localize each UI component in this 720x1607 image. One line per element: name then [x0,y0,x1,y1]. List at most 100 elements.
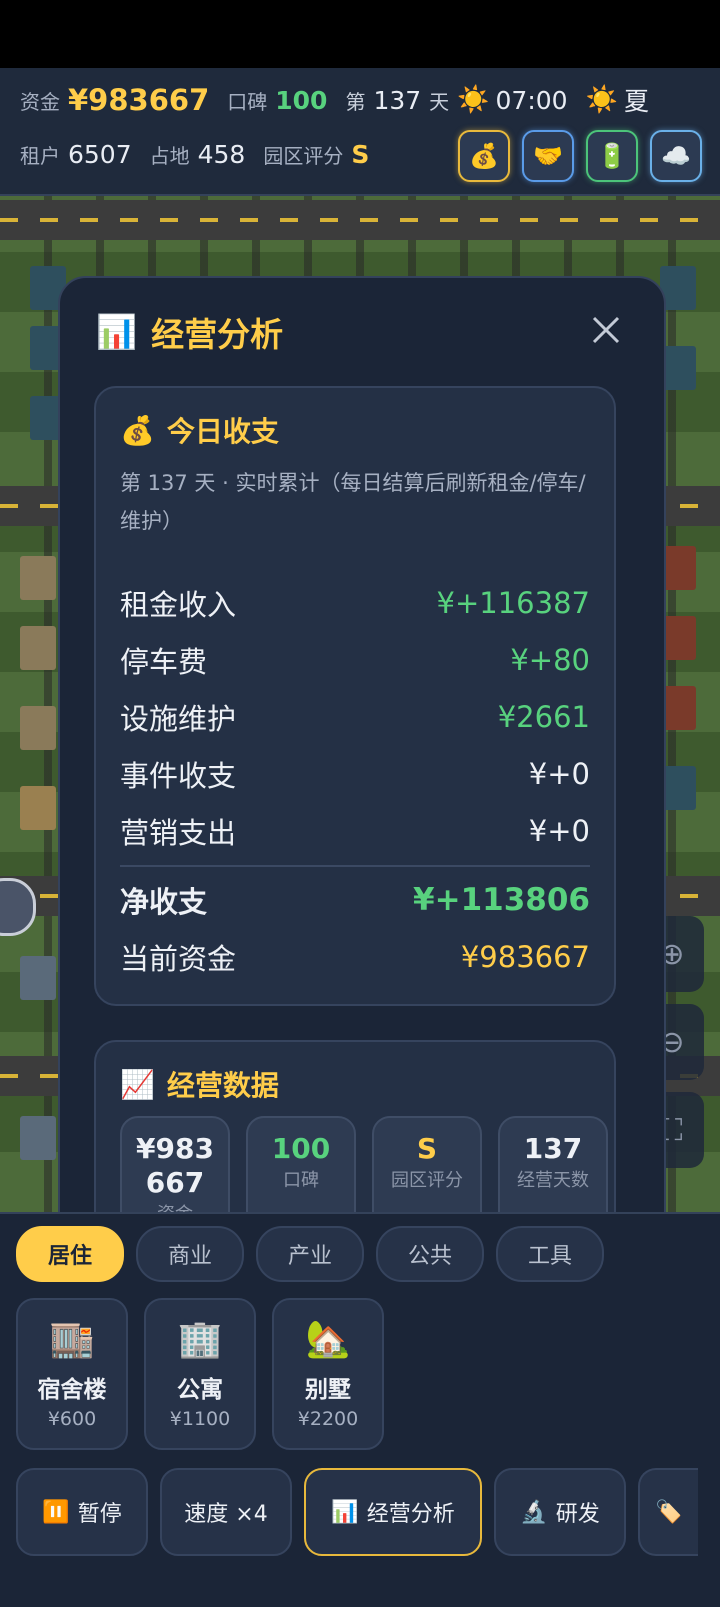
analysis-label: 经营分析 [366,1502,455,1527]
row-value: ¥+116387 [436,585,590,620]
build-name: 公寓 [177,1377,223,1403]
today-title-text: 今日收支 [166,415,279,448]
tenants-value: 6507 [68,140,132,169]
build-apartment[interactable]: 🏢 公寓 ¥1100 [144,1298,256,1450]
analysis-button[interactable]: 📊 经营分析 [304,1468,482,1556]
trend-chart-icon: 📈 [120,1067,155,1101]
tab-public[interactable]: 公共 [376,1226,484,1282]
close-icon[interactable] [588,312,624,348]
current-funds-row: 当前资金 ¥983667 [120,928,590,985]
hud-bar: 资金 ¥983667 口碑 100 第 137 天 ☀️ 07:00 ☀️ 夏 … [0,68,720,196]
today-title: 💰 今日收支 [120,410,279,450]
pause-button[interactable]: ⏸️ 暂停 [16,1468,148,1556]
microscope-icon: 🔬 [520,1499,548,1525]
stat-rating: S 园区评分 [372,1116,482,1218]
today-subtitle: 第 137 天 · 实时累计（每日结算后刷新租金/停车/维护） [120,471,586,533]
build-dorm[interactable]: 🏬 宿舍楼 ¥600 [16,1298,128,1450]
current-funds-value: ¥983667 [460,939,590,974]
action-bar: ⏸️ 暂停 速度 ×4 📊 经营分析 🔬 研发 🏷️ [16,1468,698,1556]
build-price: ¥1100 [169,1408,231,1430]
villa-icon: 🏡 [305,1319,351,1360]
reputation-label: 口碑 [227,89,268,114]
rating-label: 园区评分 [263,144,344,168]
stat-value: 137 [523,1132,583,1165]
map-road [0,200,720,240]
divider [120,865,590,867]
hud-buttons: 💰 🤝 🔋 ☁️ [458,130,702,182]
income-rows: 租金收入 ¥+116387 停车费 ¥+80 设施维护 ¥2661 事件收支 ¥… [120,574,590,985]
hud-row-bottom: 租户 6507 占地 458 园区评分 S [20,140,387,169]
row-label: 事件收支 [120,758,237,793]
bar-chart-icon: 📊 [96,312,138,351]
battery-icon: 🔋 [597,142,627,170]
row-value: ¥2661 [497,699,590,734]
time-value: 07:00 [495,85,568,115]
sun-icon: ☀️ [457,85,490,115]
land-value: 458 [197,140,246,169]
dorm-icon: 🏬 [49,1319,95,1360]
map-building [20,956,56,1000]
net-value: ¥+113806 [413,881,590,918]
map-building [20,1116,56,1160]
income-row: 租金收入 ¥+116387 [120,574,590,631]
build-price: ¥2200 [297,1408,359,1430]
tenants-label: 租户 [20,144,60,168]
stat-value: S [416,1132,438,1165]
map-building [20,556,56,600]
map-building [20,706,56,750]
income-row: 事件收支 ¥+0 [120,745,590,802]
data-title: 📈 经营数据 [120,1064,279,1104]
tab-tools[interactable]: 工具 [496,1226,604,1282]
finance-button[interactable]: 💰 [458,130,510,182]
reputation-value: 100 [275,85,328,115]
tag-button[interactable]: 🏷️ [638,1468,698,1556]
tab-industry[interactable]: 产业 [256,1226,364,1282]
deal-button[interactable]: 🤝 [522,130,574,182]
row-label: 设施维护 [120,701,237,736]
data-title-text: 经营数据 [166,1069,279,1102]
rating-value: S [351,140,370,169]
tab-commercial[interactable]: 商业 [136,1226,244,1282]
speed-label: 速度 ×4 [184,1502,268,1527]
today-income-card: 💰 今日收支 第 137 天 · 实时累计（每日结算后刷新租金/停车/维护） 租… [94,386,616,1006]
day-prefix: 第 [345,89,366,114]
building-list: 🏬 宿舍楼 ¥600 🏢 公寓 ¥1100 🏡 别墅 ¥2200 [16,1298,384,1450]
row-value: ¥+0 [528,813,590,848]
day-value: 137 [373,85,422,115]
pause-label: 暂停 [77,1502,122,1527]
day-suffix: 天 [429,89,450,114]
pause-icon: ⏸️ [42,1499,70,1525]
panel-title: 📊 经营分析 [96,308,283,356]
income-row: 设施维护 ¥2661 [120,688,590,745]
row-value: ¥+80 [510,642,590,677]
money-bag-icon: 💰 [469,142,499,170]
build-name: 宿舍楼 [37,1377,107,1403]
row-label: 停车费 [120,644,208,679]
apartment-icon: 🏢 [177,1319,223,1360]
stat-label: 园区评分 [391,1170,463,1191]
cloud-icon: ☁️ [661,142,691,170]
map-building [20,786,56,830]
stat-reputation: 100 口碑 [246,1116,356,1218]
panel-title-text: 经营分析 [151,315,284,354]
speed-button[interactable]: 速度 ×4 [160,1468,292,1556]
net-label: 净收支 [120,884,208,919]
research-button[interactable]: 🔬 研发 [494,1468,626,1556]
handshake-icon: 🤝 [533,142,563,170]
stats-row: ¥983667 资金 100 口碑 S 园区评分 137 经营天数 [120,1116,608,1218]
funds-value: ¥983667 [68,83,210,117]
tab-residential[interactable]: 居住 [16,1226,124,1282]
build-villa[interactable]: 🏡 别墅 ¥2200 [272,1298,384,1450]
money-bag-icon: 💰 [120,413,155,447]
category-tabs: 居住 商业 产业 公共 工具 [16,1226,604,1282]
row-value: ¥+0 [528,756,590,791]
weather-button[interactable]: ☁️ [650,130,702,182]
analysis-panel: 📊 经营分析 💰 今日收支 第 137 天 · 实时累计（每日结算后刷新租金/停… [58,276,666,1220]
stat-days: 137 经营天数 [498,1116,608,1218]
power-button[interactable]: 🔋 [586,130,638,182]
row-label: 租金收入 [120,587,237,622]
row-label: 营销支出 [120,815,237,850]
stat-label: 口碑 [283,1170,319,1191]
research-label: 研发 [555,1502,600,1527]
build-name: 别墅 [305,1377,351,1403]
